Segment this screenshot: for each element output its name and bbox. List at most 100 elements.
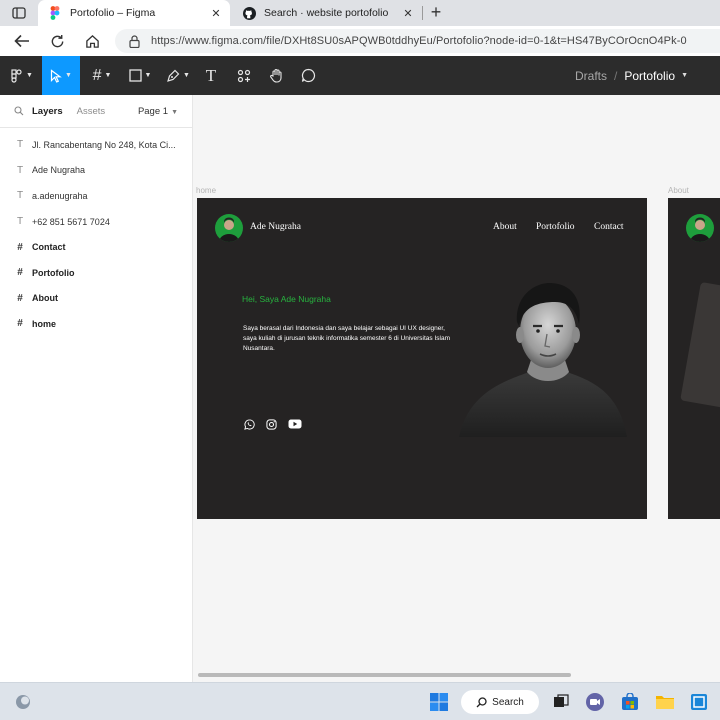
- rectangle-icon: [128, 69, 142, 82]
- youtube-icon: [287, 417, 303, 431]
- comment-icon: [301, 68, 315, 83]
- layer-item-contact-frame[interactable]: # Contact: [0, 234, 192, 260]
- layer-label: Ade Nugraha: [32, 165, 86, 176]
- portfolio-brand-name: Ade Nugraha: [250, 222, 301, 232]
- design-canvas[interactable]: home About Ade Nugraha About Portofolio …: [193, 95, 720, 682]
- windows-icon: [430, 693, 448, 711]
- layer-label: +62 851 5671 7024: [32, 216, 110, 227]
- pen-tool-button[interactable]: ▼: [162, 56, 194, 95]
- layer-list: T Jl. Rancabentang No 248, Kota Ci... T Ad…: [0, 128, 192, 337]
- horizontal-scrollbar[interactable]: [198, 673, 571, 677]
- back-button[interactable]: [10, 30, 34, 52]
- hand-tool-button[interactable]: [264, 56, 288, 95]
- shape-tool-button[interactable]: ▼: [124, 56, 156, 95]
- breadcrumb-separator: /: [614, 68, 618, 83]
- layer-label: Portofolio: [32, 267, 75, 278]
- windows-taskbar: Search: [0, 682, 720, 720]
- components-icon: [237, 69, 251, 82]
- close-tab-icon[interactable]: ✕: [400, 5, 416, 21]
- taskbar-search-label: Search: [492, 696, 524, 708]
- layer-item-phone[interactable]: T +62 851 5671 7024: [0, 209, 192, 235]
- layer-item-username[interactable]: Ta.adenugraha: [0, 183, 192, 209]
- github-icon: [242, 6, 256, 20]
- chevron-down-icon[interactable]: ▼: [681, 72, 688, 79]
- home-button[interactable]: [80, 30, 104, 52]
- about-frame[interactable]: [668, 198, 720, 519]
- figma-toolbar: ▼ ▼ # ▼ ▼ ▼ T Drafts / Portofolio ▼: [0, 56, 720, 95]
- start-button[interactable]: [428, 691, 450, 713]
- browser-address-bar: https://www.figma.com/file/DXHt8SU0sAPQW…: [0, 26, 720, 56]
- browser-tab-strip: Portofolio – Figma ✕ Search · website po…: [0, 0, 720, 26]
- weather-widget-icon[interactable]: [12, 691, 34, 713]
- figma-menu-icon: [11, 68, 22, 83]
- home-frame[interactable]: Ade Nugraha About Portofolio Contact Hei…: [197, 198, 647, 519]
- tab-figma[interactable]: Portofolio – Figma ✕: [38, 0, 230, 26]
- comment-tool-button[interactable]: [296, 56, 320, 95]
- text-layer-icon: T: [16, 139, 24, 151]
- back-arrow-icon: [14, 34, 29, 48]
- search-icon: [476, 696, 487, 708]
- taskbar-search[interactable]: Search: [461, 690, 539, 714]
- text-layer-icon: T: [16, 164, 24, 176]
- store-icon[interactable]: [619, 691, 641, 713]
- text-icon: T: [205, 65, 217, 85]
- layer-item-home-frame[interactable]: # home: [0, 311, 192, 337]
- avatar: [215, 214, 243, 242]
- teams-icon[interactable]: [584, 691, 606, 713]
- app-icon[interactable]: [688, 691, 710, 713]
- profile-photo: [459, 280, 627, 437]
- frame-layer-icon: #: [17, 241, 23, 253]
- layer-item-portofolio-frame[interactable]: # Portofolio: [0, 260, 192, 286]
- tab-actions-icon[interactable]: [6, 2, 32, 24]
- frame-label-about[interactable]: About: [668, 186, 689, 195]
- chevron-down-icon: ▼: [104, 72, 112, 79]
- tab-assets[interactable]: Assets: [77, 106, 106, 117]
- text-layer-icon: T: [16, 190, 24, 202]
- breadcrumb-file-name[interactable]: Portofolio: [624, 69, 675, 83]
- chevron-down-icon: ▼: [144, 72, 152, 79]
- layer-item-address[interactable]: T Jl. Rancabentang No 248, Kota Ci...: [0, 132, 192, 158]
- avatar: [686, 214, 714, 242]
- layer-item-about-frame[interactable]: # About: [0, 286, 192, 312]
- frame-layer-icon: #: [17, 318, 23, 330]
- task-view-icon[interactable]: [550, 691, 572, 713]
- refresh-button[interactable]: [45, 30, 69, 52]
- text-tool-button[interactable]: T: [200, 56, 222, 95]
- layers-panel: Layers Assets Page 1 ▼ T Jl. Rancabentang …: [0, 95, 193, 682]
- chevron-down-icon: ▼: [183, 72, 190, 79]
- refresh-icon: [51, 34, 63, 47]
- portfolio-greeting: Hei, Saya Ade Nugraha: [242, 294, 331, 304]
- cursor-icon: [50, 68, 62, 83]
- chevron-down-icon: ▼: [26, 72, 33, 79]
- portfolio-nav-about: About: [493, 222, 517, 232]
- frame-icon: #: [92, 66, 102, 84]
- resources-button[interactable]: [232, 56, 256, 95]
- hand-icon: [269, 68, 282, 83]
- frame-tool-button[interactable]: # ▼: [86, 56, 118, 95]
- file-explorer-icon[interactable]: [654, 691, 676, 713]
- layer-label: a.adenugraha: [32, 190, 88, 201]
- tab-layers[interactable]: Layers: [32, 106, 63, 117]
- figma-icon: [48, 6, 62, 20]
- close-tab-icon[interactable]: ✕: [208, 5, 224, 21]
- layer-label: About: [32, 293, 58, 304]
- layer-label: Jl. Rancabentang No 248, Kota Ci...: [32, 139, 176, 150]
- pen-icon: [167, 69, 180, 82]
- breadcrumb-drafts[interactable]: Drafts: [575, 69, 607, 83]
- lock-icon: [129, 34, 143, 48]
- main-menu-button[interactable]: ▼: [4, 56, 40, 95]
- frame-label-home[interactable]: home: [196, 186, 216, 195]
- new-tab-button[interactable]: +: [425, 2, 447, 24]
- move-tool-button[interactable]: ▼: [42, 56, 80, 95]
- portfolio-bio: Saya berasal dari Indonesia dan saya bel…: [243, 325, 451, 352]
- search-icon[interactable]: [14, 105, 26, 117]
- page-name: Page 1: [137, 105, 169, 117]
- layers-panel-header: Layers Assets Page 1 ▼: [0, 95, 192, 128]
- tab-github-search[interactable]: Search · website portofolio ✕: [232, 0, 422, 26]
- page-selector[interactable]: Page 1 ▼: [138, 106, 178, 117]
- whatsapp-icon: [242, 417, 256, 431]
- address-input[interactable]: https://www.figma.com/file/DXHt8SU0sAPQW…: [115, 29, 720, 53]
- url-text: https://www.figma.com/file/DXHt8SU0sAPQW…: [151, 35, 687, 47]
- layer-item-name[interactable]: T Ade Nugraha: [0, 158, 192, 184]
- about-photo-card: [680, 281, 720, 415]
